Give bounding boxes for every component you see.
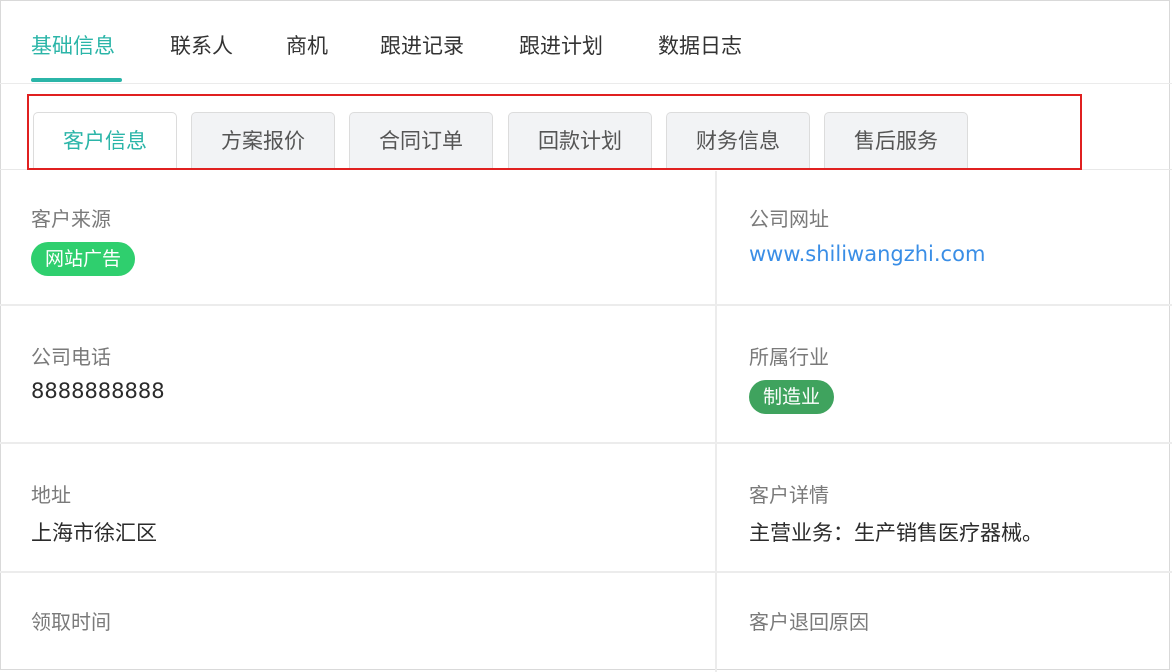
row-divider xyxy=(0,442,1172,444)
row-divider xyxy=(0,304,1172,306)
subtab-payment-plan[interactable]: 回款计划 xyxy=(508,112,652,168)
industry-label: 所属行业 xyxy=(749,345,829,369)
tab-follow-up-records[interactable]: 跟进记录 xyxy=(380,30,464,60)
address-label: 地址 xyxy=(31,483,71,507)
active-tab-indicator xyxy=(31,78,122,82)
tab-opportunities[interactable]: 商机 xyxy=(286,30,328,60)
tab-basic-info[interactable]: 基础信息 xyxy=(31,30,115,60)
customer-details-label: 客户详情 xyxy=(749,483,829,507)
customer-source-label: 客户来源 xyxy=(31,207,111,231)
claim-time-label: 领取时间 xyxy=(31,610,111,634)
address-value: 上海市徐汇区 xyxy=(31,521,157,545)
subtab-finance-info[interactable]: 财务信息 xyxy=(666,112,810,168)
company-website-link[interactable]: www.shiliwangzhi.com xyxy=(749,242,985,266)
return-reason-label: 客户退回原因 xyxy=(749,610,869,634)
company-phone-value: 8888888888 xyxy=(31,379,165,403)
subtab-contract-orders[interactable]: 合同订单 xyxy=(349,112,493,168)
subtab-proposal-quote[interactable]: 方案报价 xyxy=(191,112,335,168)
column-divider xyxy=(715,171,717,672)
row-divider xyxy=(0,571,1172,573)
customer-source-tag: 网站广告 xyxy=(31,242,136,276)
top-tab-bar: 基础信息 联系人 商机 跟进记录 跟进计划 数据日志 xyxy=(0,0,1172,84)
company-phone-label: 公司电话 xyxy=(31,345,111,369)
tab-follow-up-plans[interactable]: 跟进计划 xyxy=(519,30,603,60)
company-website-label: 公司网址 xyxy=(749,207,829,231)
tab-contacts[interactable]: 联系人 xyxy=(170,30,233,60)
industry-tag: 制造业 xyxy=(749,380,835,414)
tab-data-log[interactable]: 数据日志 xyxy=(658,30,742,60)
customer-details-value: 主营业务：生产销售医疗器械。 xyxy=(749,521,1043,545)
subtab-after-sales[interactable]: 售后服务 xyxy=(824,112,968,168)
subtab-customer-info[interactable]: 客户信息 xyxy=(33,112,177,170)
